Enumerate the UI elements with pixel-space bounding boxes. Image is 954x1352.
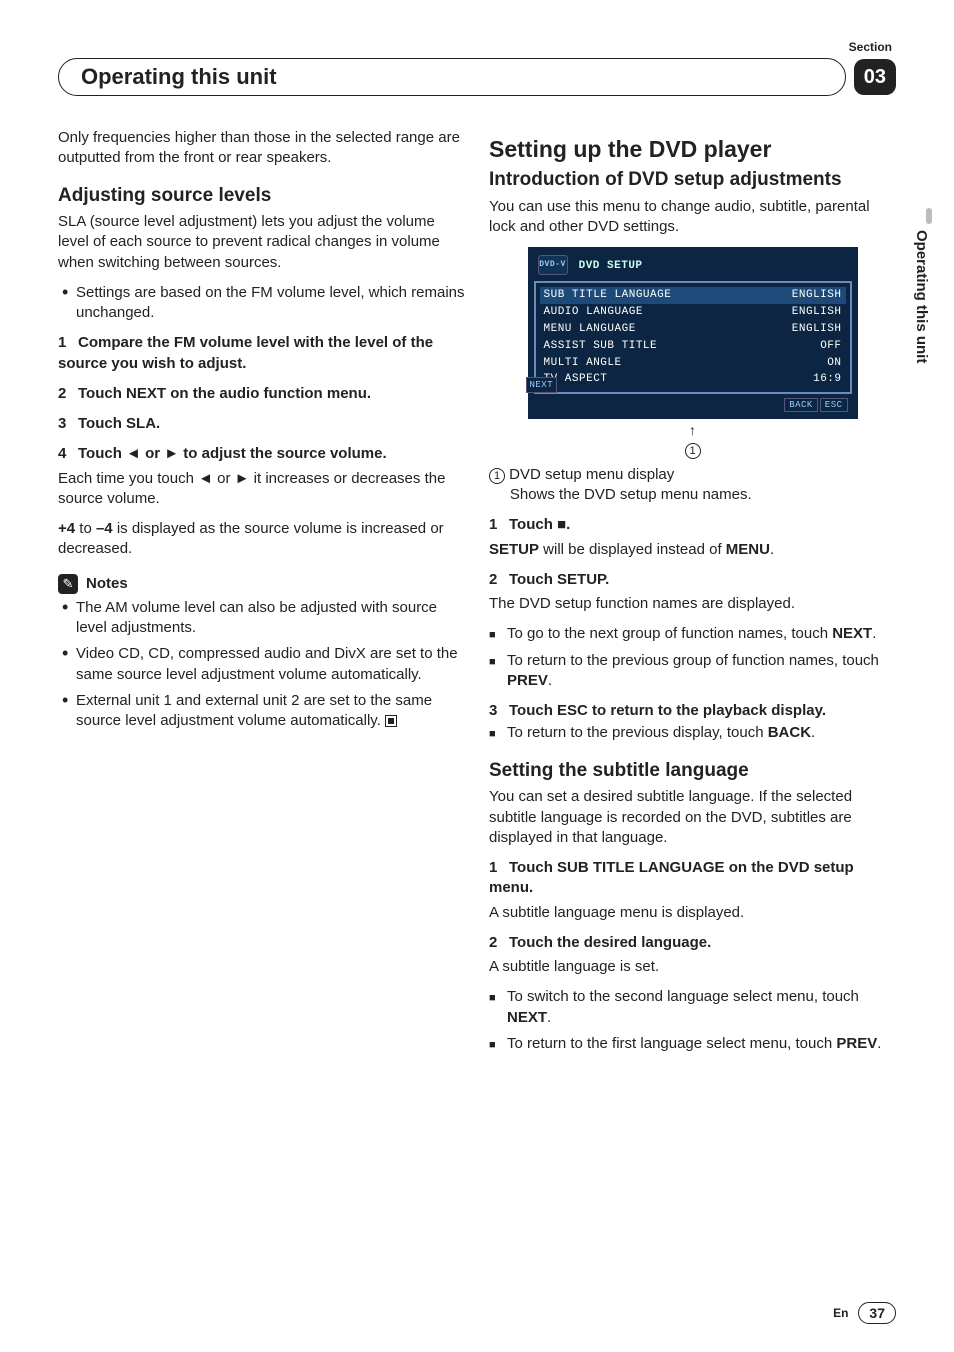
- dvd-row-assist-sub[interactable]: ASSIST SUB TITLEOFF: [540, 338, 846, 355]
- end-stop-icon: [385, 715, 397, 727]
- dvd-step-1-p: SETUP will be displayed instead of MENU.: [489, 540, 896, 560]
- footer-page-number: 37: [858, 1302, 896, 1324]
- dvd-step-2-b1: To go to the next group of function name…: [489, 624, 896, 644]
- sub-step-1: 1Touch SUB TITLE LANGUAGE on the DVD set…: [489, 858, 896, 899]
- dvd-setup-title: DVD SETUP: [579, 260, 643, 272]
- dvd-step-2-p: The DVD setup function names are display…: [489, 594, 896, 614]
- heading-setting-subtitle: Setting the subtitle language: [489, 758, 896, 784]
- sub-step-2-b2: To return to the first language select m…: [489, 1034, 896, 1054]
- dvd-step-3: 3Touch ESC to return to the playback dis…: [489, 701, 896, 721]
- step-4: 4Touch ◄ or ► to adjust the source volum…: [58, 444, 465, 464]
- note-3: External unit 1 and external unit 2 are …: [58, 691, 465, 732]
- page-footer: En 37: [833, 1302, 896, 1324]
- callout-1: 1 DVD setup menu display Shows the DVD s…: [489, 465, 896, 506]
- heading-intro-dvd-setup: Introduction of DVD setup adjustments: [489, 167, 896, 193]
- note-2: Video CD, CD, compressed audio and DivX …: [58, 644, 465, 685]
- heading-setting-up-dvd: Setting up the DVD player: [489, 134, 896, 165]
- dvd-source-icon: DVD-V: [538, 255, 568, 275]
- step-1: 1Compare the FM volume level with the le…: [58, 333, 465, 374]
- right-column: Setting up the DVD player Introduction o…: [489, 124, 896, 1062]
- adjust-paragraph: SLA (source level adjustment) lets you a…: [58, 212, 465, 273]
- dvd-setup-screenshot: DVD-V DVD SETUP SUB TITLE LANGUAGEENGLIS…: [528, 247, 858, 419]
- step-4-p1: Each time you touch ◄ or ► it increases …: [58, 469, 465, 510]
- adjust-bullet-1: Settings are based on the FM volume leve…: [58, 283, 465, 324]
- heading-adjusting-source-levels: Adjusting source levels: [58, 183, 465, 209]
- side-tab: Operating this unit: [913, 230, 930, 363]
- callout-pointer: ↑1: [489, 421, 896, 459]
- dvd-row-menu-lang[interactable]: MENU LANGUAGEENGLISH: [540, 321, 846, 338]
- dvd-step-1: 1Touch ■.: [489, 515, 896, 535]
- left-column: Only frequencies higher than those in th…: [58, 124, 465, 1062]
- dvd-row-multi-angle[interactable]: MULTI ANGLEON: [540, 355, 846, 372]
- dvd-step-2-b2: To return to the previous group of funct…: [489, 651, 896, 692]
- step-2: 2Touch NEXT on the audio function menu.: [58, 384, 465, 404]
- section-number-badge: 03: [854, 59, 896, 95]
- dvd-row-tv-aspect[interactable]: TV ASPECT16:9: [540, 371, 846, 388]
- note-1: The AM volume level can also be adjusted…: [58, 598, 465, 639]
- sub-step-2: 2Touch the desired language.: [489, 933, 896, 953]
- sub-step-1-p: A subtitle language menu is displayed.: [489, 903, 896, 923]
- dvd-row-subtitle[interactable]: SUB TITLE LANGUAGEENGLISH: [540, 287, 846, 304]
- notes-icon: ✎: [58, 574, 78, 594]
- sub-step-2-p: A subtitle language is set.: [489, 957, 896, 977]
- side-tab-handle: [926, 208, 932, 224]
- dvd-intro-paragraph: You can use this menu to change audio, s…: [489, 197, 896, 238]
- dvd-esc-button[interactable]: ESC: [820, 398, 848, 412]
- dvd-next-button[interactable]: NEXT: [526, 377, 558, 393]
- footer-lang: En: [833, 1306, 848, 1320]
- step-3: 3Touch SLA.: [58, 414, 465, 434]
- step-4-p2: +4 to –4 is displayed as the source volu…: [58, 519, 465, 560]
- subtitle-paragraph: You can set a desired subtitle language.…: [489, 787, 896, 848]
- notes-label: Notes: [86, 574, 128, 594]
- dvd-row-audio[interactable]: AUDIO LANGUAGEENGLISH: [540, 304, 846, 321]
- dvd-back-button[interactable]: BACK: [784, 398, 818, 412]
- dvd-step-3-b1: To return to the previous display, touch…: [489, 723, 896, 743]
- sub-step-2-b1: To switch to the second language select …: [489, 987, 896, 1028]
- section-label: Section: [58, 40, 896, 54]
- intro-paragraph: Only frequencies higher than those in th…: [58, 128, 465, 169]
- header-title: Operating this unit: [58, 58, 846, 96]
- page-header: Operating this unit 03: [58, 58, 896, 96]
- dvd-step-2: 2Touch SETUP.: [489, 570, 896, 590]
